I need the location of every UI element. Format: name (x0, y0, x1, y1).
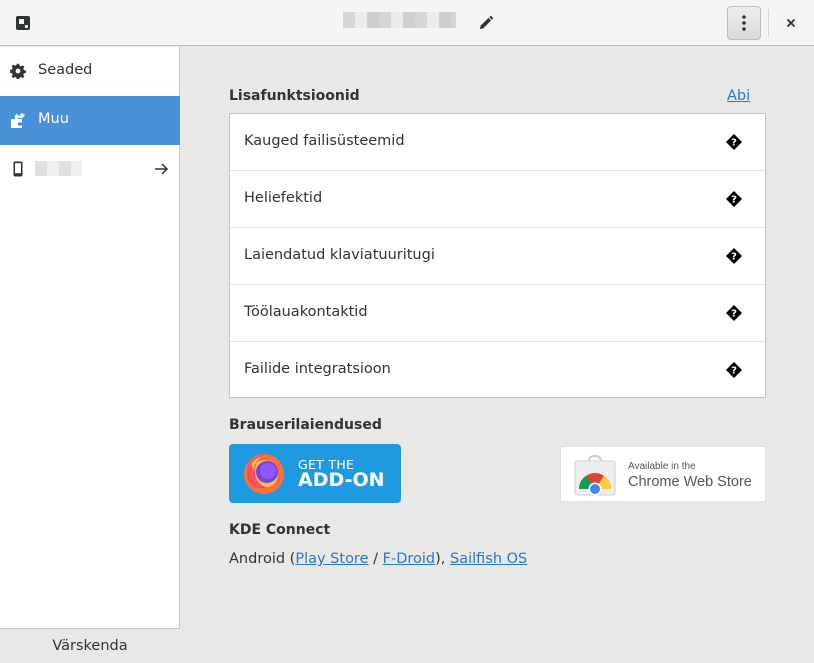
sidebar-item-label: Seaded (38, 62, 93, 78)
sailfish-link[interactable]: Sailfish OS (450, 551, 527, 567)
kde-prefix: Android ( (229, 551, 296, 567)
chrome-web-store-icon (574, 455, 616, 496)
plugin-row-sound-effects[interactable]: Heliefektid ? (230, 171, 765, 228)
kde-suffix: ), (435, 551, 451, 567)
close-icon[interactable] (781, 13, 801, 33)
sidebar: Seaded Muu Värskenda (0, 47, 180, 663)
sidebar-item-device[interactable] (0, 145, 180, 194)
plugin-name: Failide integratsioon (244, 361, 391, 377)
smartphone-icon (13, 161, 23, 177)
refresh-button[interactable]: Värskenda (0, 628, 180, 663)
title-bar (0, 0, 814, 46)
plugin-row-keyboard-support[interactable]: Laiendatud klaviatuuritugi ? (230, 228, 765, 285)
plugin-row-desktop-contacts[interactable]: Töölauakontaktid ? (230, 285, 765, 342)
kde-separator: / (368, 551, 383, 567)
titlebar-separator (768, 9, 769, 37)
device-name (35, 161, 82, 176)
missing-image-icon: ? (726, 248, 742, 264)
chrome-badge-line2: Chrome Web Store (628, 474, 752, 490)
plugin-name: Kauged failisüsteemid (244, 133, 405, 149)
plugin-list: Kauged failisüsteemid ? Heliefektid ? La… (229, 113, 766, 398)
firefox-addon-button[interactable]: GET THE ADD-ON (229, 444, 401, 503)
puzzle-icon (11, 113, 25, 128)
device-name-title (343, 12, 456, 28)
svg-text:?: ? (731, 366, 737, 377)
menu-button[interactable] (727, 6, 761, 40)
missing-image-icon: ? (726, 134, 742, 150)
missing-image-icon: ? (726, 305, 742, 321)
chrome-badge-line1: Available in the (628, 461, 696, 472)
help-link[interactable]: Abi (727, 88, 750, 104)
arrow-right-icon (155, 163, 169, 175)
vertical-dots-icon (742, 15, 746, 31)
fdroid-link[interactable]: F-Droid (383, 551, 436, 567)
firefox-logo-icon (244, 454, 284, 494)
browser-extensions-heading: Brauserilaiendused (229, 417, 382, 433)
plugin-name: Töölauakontaktid (244, 304, 368, 320)
plugins-heading: Lisafunktsioonid (229, 88, 360, 104)
plugin-name: Laiendatud klaviatuuritugi (244, 247, 435, 263)
svg-text:?: ? (731, 138, 737, 149)
plugin-name: Heliefektid (244, 190, 323, 206)
missing-image-icon: ? (726, 362, 742, 378)
kde-connect-heading: KDE Connect (229, 522, 331, 538)
sidebar-item-other[interactable]: Muu (0, 96, 180, 145)
svg-text:?: ? (731, 309, 737, 320)
missing-image-icon: ? (726, 191, 742, 207)
sidebar-item-settings[interactable]: Seaded (0, 47, 180, 96)
sidebar-item-label: Muu (38, 111, 69, 127)
play-store-link[interactable]: Play Store (295, 551, 368, 567)
chrome-web-store-button[interactable]: Available in the Chrome Web Store (560, 446, 766, 502)
svg-text:?: ? (731, 252, 737, 263)
main-content: Lisafunktsioonid Abi Kauged failisüsteem… (181, 47, 814, 663)
kde-connect-links: Android (Play Store / F-Droid), Sailfish… (229, 551, 527, 567)
plugin-row-file-integration[interactable]: Failide integratsioon ? (230, 342, 765, 399)
plugin-row-remote-filesystems[interactable]: Kauged failisüsteemid ? (230, 114, 765, 171)
gear-icon (10, 63, 26, 79)
pencil-icon[interactable] (478, 15, 494, 31)
svg-text:?: ? (731, 195, 737, 206)
firefox-badge-line2: ADD-ON (298, 469, 385, 491)
gsconnect-app-icon (16, 16, 30, 30)
